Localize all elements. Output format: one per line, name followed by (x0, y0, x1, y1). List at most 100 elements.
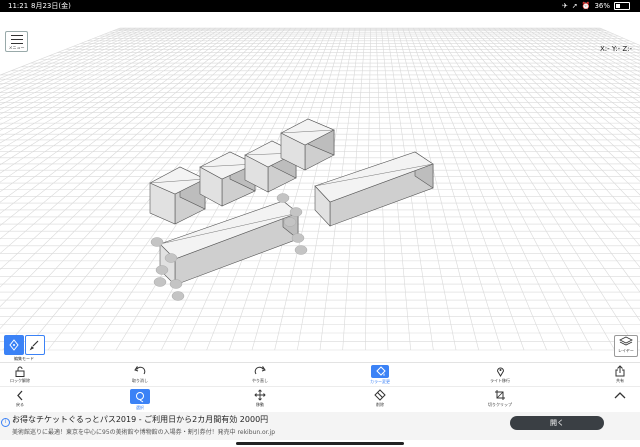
grid-line (413, 27, 547, 351)
grid-line (445, 27, 640, 293)
brush-icon (29, 340, 39, 351)
undo-button[interactable]: 取り消し (120, 365, 160, 387)
brush-mode-button[interactable] (25, 335, 45, 355)
eraser-icon (374, 389, 386, 401)
3d-viewport[interactable]: メニュー X:- Y:- Z:- (0, 12, 640, 362)
home-indicator (236, 442, 404, 445)
grid-line (429, 27, 615, 351)
redo-icon (254, 366, 266, 375)
grid-line (439, 27, 640, 322)
selection-handle[interactable] (169, 279, 183, 289)
grid-line (589, 27, 640, 52)
grid-line (0, 27, 147, 93)
back-label: 戻る (16, 402, 24, 407)
select-button[interactable]: 選択 (120, 389, 160, 411)
unlock-button[interactable]: ロック解除 (0, 365, 40, 387)
pen-mode-button[interactable] (4, 335, 24, 355)
grid-line (461, 27, 640, 228)
hamburger-icon (10, 35, 23, 44)
selection-handle[interactable] (276, 193, 290, 203)
location-icon: ➚ (571, 2, 578, 10)
ad-open-button[interactable]: 開く (510, 416, 604, 430)
grid-line (423, 27, 593, 351)
clip-button[interactable]: 切りクリップ (480, 389, 520, 411)
selection-handle[interactable] (291, 233, 305, 243)
location-pin-icon (496, 367, 504, 377)
share-label: 共有 (616, 378, 624, 383)
coordinate-readout: X:- Y:- Z:- (599, 45, 632, 53)
color-change-label: カラー変更 (370, 379, 390, 384)
back-button[interactable]: 戻る (0, 389, 40, 411)
selection-handle[interactable] (294, 245, 308, 255)
grid-line (519, 27, 640, 109)
toolbar-top: ロック解除 取り消し やり直し カラー変更 ライト移行 共有 (0, 362, 640, 387)
selection-handle[interactable] (155, 265, 169, 275)
status-time: 11:21 (8, 2, 29, 10)
status-date: 8月23日(金) (31, 2, 71, 10)
selection-handle[interactable] (289, 207, 303, 217)
chevron-left-icon (17, 390, 23, 400)
menu-button[interactable]: メニュー (5, 31, 28, 52)
selection-handle[interactable] (283, 217, 297, 227)
toolbar-bottom: 戻る 選択 移動 削除 切りクリップ (0, 386, 640, 414)
grid-line (0, 27, 158, 101)
move-arrows-icon (254, 389, 266, 401)
selection-handle[interactable] (164, 253, 178, 263)
menu-label: メニュー (8, 45, 25, 50)
selection-handle[interactable] (171, 291, 185, 301)
unlock-icon (15, 366, 25, 377)
selection-handle[interactable] (150, 237, 164, 247)
redo-label: やり直し (252, 378, 268, 383)
grid-line (0, 27, 163, 106)
battery-icon (614, 2, 630, 10)
status-bar: 11:21 8月23日(金) ✈ ➚ ⏰ 36% (0, 0, 640, 12)
erase-label: 削除 (376, 402, 384, 407)
grid-line (434, 27, 638, 351)
app-screen: 11:21 8月23日(金) ✈ ➚ ⏰ 36% メニュー X:- Y:- Z:… (0, 0, 640, 447)
paint-bucket-icon (375, 366, 386, 376)
chevron-up-icon (614, 392, 626, 399)
share-icon (615, 365, 625, 377)
expand-button[interactable] (600, 389, 640, 411)
select-icon (136, 391, 144, 402)
grid-line (594, 27, 640, 49)
clip-label: 切りクリップ (488, 402, 512, 407)
color-change-button[interactable]: カラー変更 (360, 365, 400, 387)
grid-line (535, 27, 640, 92)
redo-button[interactable]: やり直し (240, 365, 280, 387)
crop-icon (495, 390, 505, 400)
grid-line (498, 27, 640, 140)
grid-line (482, 27, 640, 170)
pen-icon (9, 339, 19, 351)
grid-line (557, 27, 640, 73)
ad-title[interactable]: お得なチケットぐるっとパス2019 - ご利用日から2カ月間有効 2000円 (12, 414, 268, 425)
move-button[interactable]: 移動 (240, 389, 280, 411)
move-label: 移動 (256, 402, 264, 407)
grid-line (541, 27, 640, 87)
info-icon[interactable]: i (1, 418, 10, 427)
selection-handle[interactable] (153, 277, 167, 287)
grid-line (471, 27, 640, 196)
select-label: 選択 (136, 405, 144, 410)
grid-line (562, 27, 640, 69)
grid-line (418, 27, 570, 351)
grid-line (525, 27, 640, 103)
layers-icon (619, 336, 633, 346)
light-button[interactable]: ライト移行 (480, 365, 520, 387)
grid-line (455, 27, 640, 247)
light-label: ライト移行 (490, 378, 510, 383)
share-button[interactable]: 共有 (600, 365, 640, 387)
grid-line (514, 27, 640, 116)
grid-line (450, 27, 640, 268)
erase-button[interactable]: 削除 (360, 389, 400, 411)
ad-body: 美術館巡りに最適！東京を中心に95の美術館や博物館の入場券・割引券付！発売中 r… (12, 429, 276, 436)
battery-percent: 36% (594, 2, 610, 10)
undo-label: 取り消し (132, 378, 148, 383)
undo-icon (134, 366, 146, 375)
scene-canvas[interactable] (0, 12, 640, 362)
grid-line (0, 27, 126, 79)
layer-button[interactable]: レイヤー (614, 335, 638, 357)
airplane-icon: ✈ (561, 2, 568, 10)
layer-label: レイヤー (618, 348, 634, 353)
ad-banner[interactable]: i お得なチケットぐるっとパス2019 - ご利用日から2カ月間有効 2000円… (0, 412, 640, 440)
